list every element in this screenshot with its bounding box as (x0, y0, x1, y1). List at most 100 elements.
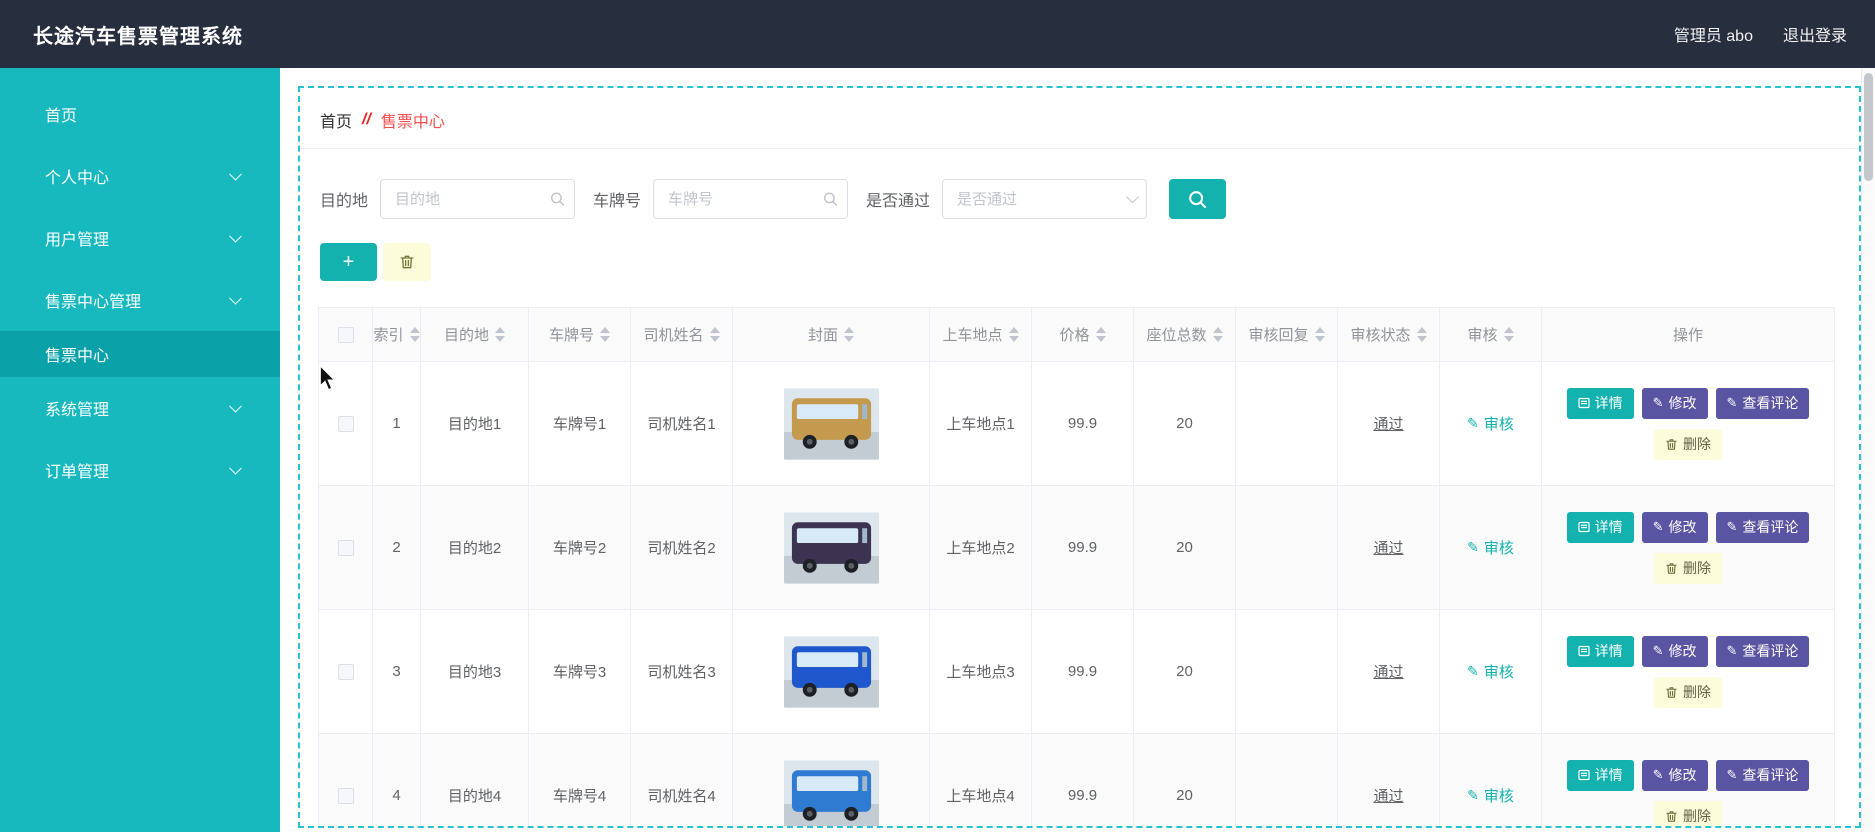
column-header-plate[interactable]: 车牌号 (528, 307, 631, 362)
cell-destination: 目的地3 (420, 609, 529, 734)
column-header-audit[interactable]: 审核 (1439, 307, 1542, 362)
audit-link[interactable]: ✎ 审核 (1467, 785, 1514, 806)
column-header-seats[interactable]: 座位总数 (1133, 307, 1236, 362)
cell-driver-name: 司机姓名2 (630, 485, 733, 610)
delete-button[interactable]: 删除 (1654, 552, 1722, 584)
delete-button[interactable]: 删除 (1654, 428, 1722, 460)
column-label: 审核 (1467, 327, 1498, 344)
sort-icon[interactable] (1503, 327, 1514, 342)
edit-pencil-icon: ✎ (1467, 415, 1479, 431)
sort-icon[interactable] (600, 327, 610, 342)
audit-link[interactable]: ✎ 审核 (1467, 661, 1514, 682)
cell-seat-total: 20 (1133, 361, 1236, 486)
trash-icon (1666, 810, 1677, 822)
pass-filter-label: 是否通过 (866, 193, 931, 210)
sort-icon[interactable] (409, 327, 420, 342)
row-checkbox[interactable] (337, 664, 354, 681)
batch-delete-button[interactable] (383, 243, 431, 281)
filter-bar: 目的地 车牌号 是否通过 (320, 179, 1859, 219)
bus-cover-image[interactable] (783, 387, 879, 460)
audit-link[interactable]: ✎ 审核 (1467, 537, 1514, 558)
chevron-down-icon (229, 229, 242, 243)
column-header-cover[interactable]: 封面 (732, 307, 930, 362)
edit-pencil-icon: ✎ (1652, 519, 1664, 534)
audit-link[interactable]: ✎ 审核 (1467, 413, 1514, 434)
column-label: 目的地 (443, 327, 489, 344)
column-header-driver[interactable]: 司机姓名 (630, 307, 733, 362)
detail-icon (1577, 769, 1590, 781)
plate-input[interactable] (653, 179, 849, 219)
column-label: 司机姓名 (643, 327, 704, 344)
column-header-index[interactable]: 索引 (372, 307, 421, 362)
sort-icon[interactable] (1314, 327, 1325, 342)
sort-icon[interactable] (1095, 327, 1106, 342)
view-comments-button[interactable]: ✎ 查看评论 (1715, 635, 1810, 667)
sidebar-item-7[interactable]: 订单管理 (0, 439, 280, 501)
cell-audit: ✎ 审核 (1439, 361, 1542, 486)
destination-input[interactable] (380, 179, 576, 219)
column-header-actions: 操作 (1541, 307, 1835, 362)
edit-button[interactable]: ✎ 修改 (1641, 635, 1708, 667)
row-checkbox[interactable] (337, 788, 354, 805)
breadcrumb-home[interactable]: 首页 (320, 108, 352, 132)
edit-button[interactable]: ✎ 修改 (1641, 387, 1708, 419)
cell-actions: 详情 ✎ 修改 ✎ 查看评论 删除 (1541, 733, 1835, 826)
scrollbar[interactable] (1861, 68, 1875, 832)
logout-link[interactable]: 退出登录 (1783, 22, 1847, 46)
sort-icon[interactable] (495, 327, 505, 342)
cell-price: 99.9 (1031, 485, 1134, 610)
column-label: 封面 (807, 327, 838, 344)
sort-icon[interactable] (709, 327, 720, 342)
sort-icon[interactable] (1212, 327, 1223, 342)
cell-seat-total: 20 (1133, 733, 1236, 826)
detail-button[interactable]: 详情 (1566, 759, 1634, 791)
detail-button[interactable]: 详情 (1566, 635, 1634, 667)
sidebar-item-2[interactable]: 个人中心 (0, 145, 280, 207)
pass-select[interactable] (942, 179, 1148, 219)
select-all-checkbox[interactable] (337, 327, 354, 344)
sort-icon[interactable] (1008, 327, 1019, 342)
sidebar-item-4[interactable]: 售票中心管理 (0, 269, 280, 331)
sidebar-menu: 首页 个人中心 用户管理 售票中心管理 售票中心 系统管理 订单管理 (0, 83, 280, 501)
column-header-dest[interactable]: 目的地 (420, 307, 529, 362)
table-row: 3 目的地3 车牌号3 司机姓名3 上车地点3 99.9 20 通过 ✎审核 (318, 609, 1835, 734)
bus-cover-image[interactable] (783, 635, 879, 708)
detail-button[interactable]: 详情 (1566, 511, 1634, 543)
edit-button[interactable]: ✎ 修改 (1641, 759, 1708, 791)
cell-audit-status: 通过 (1337, 609, 1440, 734)
detail-button[interactable]: 详情 (1566, 387, 1634, 419)
destination-filter-group: 目的地 (320, 179, 576, 219)
sidebar-item-3[interactable]: 用户管理 (0, 207, 280, 269)
sidebar-item-6[interactable]: 系统管理 (0, 377, 280, 439)
search-button[interactable] (1169, 179, 1227, 219)
column-header-reply[interactable]: 审核回复 (1235, 307, 1338, 362)
row-checkbox[interactable] (337, 416, 354, 433)
bus-cover-image[interactable] (783, 511, 879, 584)
add-button[interactable]: + (320, 243, 377, 281)
view-comments-button[interactable]: ✎ 查看评论 (1715, 387, 1810, 419)
delete-button[interactable]: 删除 (1654, 800, 1722, 826)
cell-audit-status: 通过 (1337, 361, 1440, 486)
table-row: 4 目的地4 车牌号4 司机姓名4 上车地点4 99.9 20 通过 ✎审核 (318, 733, 1835, 829)
tickets-table: 索引 目的地 车牌号 司机姓名 封面 上车地点 价格 座位总数 审核回复 审核状态 审核 操作 1 目… (318, 307, 1835, 829)
scrollbar-thumb[interactable] (1864, 73, 1873, 181)
edit-button[interactable]: ✎ 修改 (1641, 511, 1708, 543)
column-header-status[interactable]: 审核状态 (1337, 307, 1440, 362)
column-header-price[interactable]: 价格 (1031, 307, 1134, 362)
row-checkbox[interactable] (337, 540, 354, 557)
trash-icon (1666, 562, 1677, 574)
sort-icon[interactable] (844, 327, 854, 342)
cell-audit-reply (1235, 609, 1338, 734)
bus-cover-image[interactable] (783, 759, 879, 829)
cell-price: 99.9 (1031, 733, 1134, 826)
search-icon (550, 192, 565, 207)
delete-button[interactable]: 删除 (1654, 676, 1722, 708)
cell-audit: ✎ 审核 (1439, 733, 1542, 826)
view-comments-button[interactable]: ✎ 查看评论 (1715, 759, 1810, 791)
sort-icon[interactable] (1416, 327, 1427, 342)
view-comments-button[interactable]: ✎ 查看评论 (1715, 511, 1810, 543)
column-header-pickup[interactable]: 上车地点 (929, 307, 1032, 362)
sidebar: 首页 个人中心 用户管理 售票中心管理 售票中心 系统管理 订单管理 (0, 68, 280, 832)
sidebar-item-5[interactable]: 售票中心 (0, 331, 280, 377)
sidebar-item-1[interactable]: 首页 (0, 83, 280, 145)
